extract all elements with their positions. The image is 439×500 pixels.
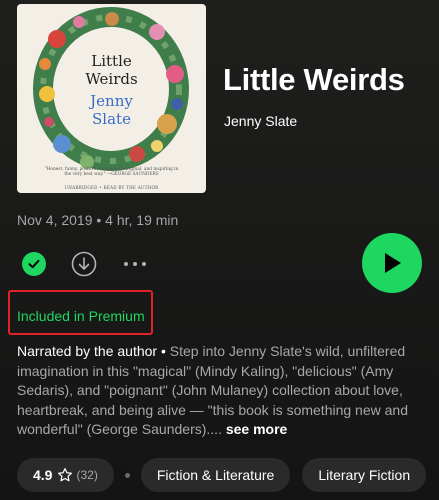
narrator-note: Narrated by the author bbox=[17, 343, 158, 359]
more-horizontal-icon-dot bbox=[133, 262, 137, 266]
premium-label: Included in Premium bbox=[17, 308, 145, 324]
cover-art: Little Weirds Jenny Slate "Honest, funny… bbox=[17, 4, 206, 193]
book-title: Little Weirds bbox=[223, 62, 405, 97]
cover-author-line1: Jenny bbox=[90, 92, 133, 110]
chip-separator bbox=[124, 472, 130, 478]
play-icon bbox=[385, 253, 401, 273]
cover-title-line1: Little bbox=[91, 52, 132, 70]
more-horizontal-icon-dot bbox=[124, 262, 128, 266]
description: Narrated by the author • Step into Jenny… bbox=[17, 342, 427, 440]
chip-row: 4.9 (32) Fiction & Literature Literary F… bbox=[17, 458, 427, 492]
star-outline-icon bbox=[58, 468, 73, 482]
more-options-button[interactable] bbox=[124, 256, 146, 272]
play-button[interactable] bbox=[362, 233, 422, 293]
see-more-link[interactable]: see more bbox=[226, 421, 287, 437]
saved-check-button[interactable] bbox=[22, 252, 46, 276]
rating-value: 4.9 bbox=[33, 467, 53, 483]
rating-count: (32) bbox=[76, 468, 98, 482]
cover-author-line2: Slate bbox=[92, 110, 131, 128]
genre-chip-fiction-literature[interactable]: Fiction & Literature bbox=[140, 458, 291, 492]
more-horizontal-icon-dot bbox=[142, 262, 146, 266]
cover-blurb: "Honest, funny, positive, completely ori… bbox=[44, 167, 179, 178]
genre-chip-literary-fiction[interactable]: Literary Fiction bbox=[302, 458, 427, 492]
release-duration: Nov 4, 2019 • 4 hr, 19 min bbox=[17, 212, 179, 228]
cover-footer: UNABRIDGED • READ BY THE AUTHOR bbox=[64, 185, 159, 190]
author-link[interactable]: Jenny Slate bbox=[224, 113, 297, 129]
description-separator: • bbox=[157, 343, 170, 359]
download-icon bbox=[71, 251, 97, 277]
rating-chip[interactable]: 4.9 (32) bbox=[17, 458, 114, 492]
check-circle-icon bbox=[28, 259, 40, 269]
cover-title-line2: Weirds bbox=[85, 70, 138, 88]
download-button[interactable] bbox=[71, 251, 97, 277]
